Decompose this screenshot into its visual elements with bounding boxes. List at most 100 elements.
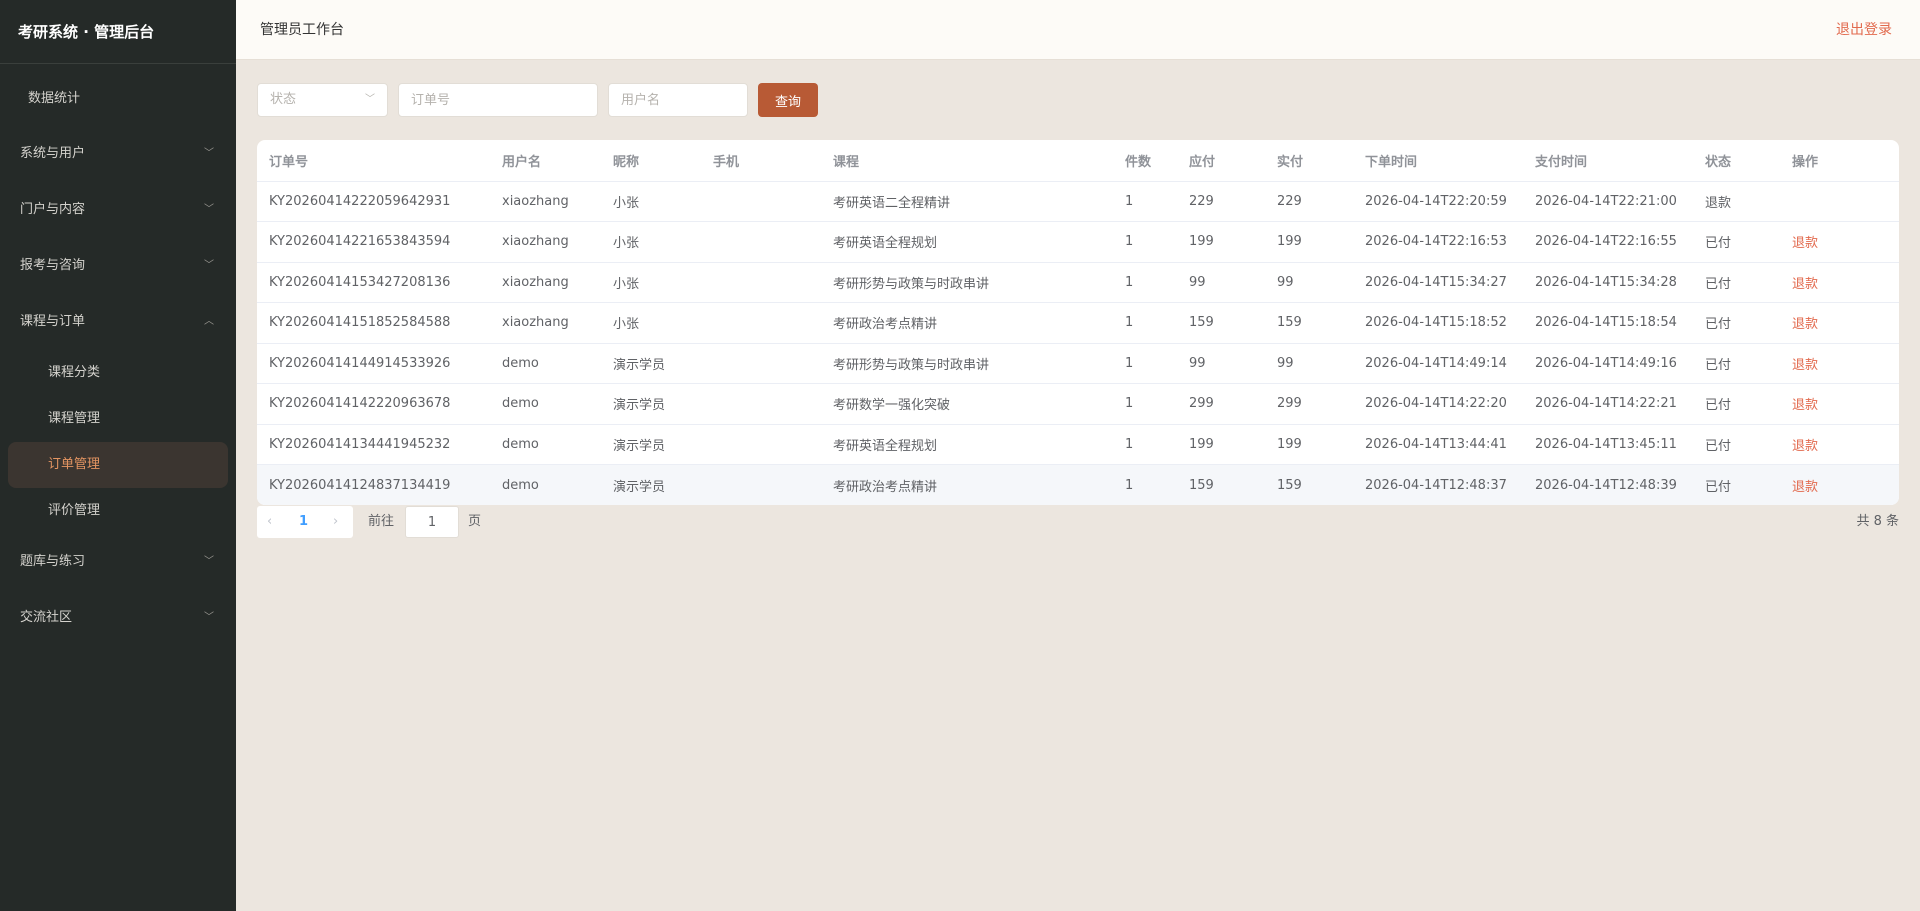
- status-select[interactable]: 状态 ﹀: [257, 83, 388, 117]
- username-input[interactable]: [608, 83, 748, 117]
- cell-created: 2026-04-14T14:49:14: [1353, 343, 1523, 384]
- cell-nickname: 小张: [601, 221, 701, 263]
- table-row: KY20260414221653843594 xiaozhang 小张 考研英语全程规…: [257, 221, 1899, 263]
- sidebar-group-label: 题库与练习: [20, 554, 86, 569]
- col-status: 状态: [1693, 140, 1780, 182]
- cell-nickname: 演示学员: [601, 424, 701, 465]
- cell-qty: 1: [1113, 302, 1177, 344]
- cell-order-no: KY20260414134441945232: [257, 424, 490, 465]
- cell-action: 退款: [1780, 383, 1899, 425]
- sidebar-menu: 数据统计 系统与用户 ﹀ 门户与内容 ﹀ 报考与咨询 ﹀ 课程与订单 ︿ 课程分…: [0, 64, 236, 646]
- cell-qty: 1: [1113, 262, 1177, 303]
- col-payable: 应付: [1177, 140, 1265, 182]
- sidebar-item-course-category[interactable]: 课程分类: [8, 350, 228, 396]
- cell-paid-at: 2026-04-14T15:34:28: [1523, 262, 1693, 303]
- sidebar-group-label: 交流社区: [20, 610, 73, 625]
- col-qty: 件数: [1113, 140, 1177, 182]
- sidebar-item-stats[interactable]: 数据统计: [0, 72, 236, 126]
- cell-paid: 199: [1265, 424, 1353, 465]
- cell-course: 考研英语全程规划: [821, 221, 1113, 263]
- cell-qty: 1: [1113, 343, 1177, 384]
- sidebar-item-label: 课程分类: [48, 365, 101, 380]
- cell-created: 2026-04-14T12:48:37: [1353, 464, 1523, 505]
- cell-action: 退款: [1780, 221, 1899, 263]
- sidebar-group-label: 课程与订单: [20, 314, 86, 329]
- cell-phone: [701, 343, 821, 384]
- chevron-down-icon: ﹀: [365, 94, 375, 105]
- sidebar-item-review-manage[interactable]: 评价管理: [8, 488, 228, 534]
- sidebar-group-label: 门户与内容: [20, 202, 86, 217]
- refund-link[interactable]: 退款: [1792, 317, 1818, 332]
- query-button[interactable]: 查询: [758, 83, 818, 117]
- brand-title: 考研系统 · 管理后台: [0, 0, 236, 64]
- refund-link[interactable]: 退款: [1792, 358, 1818, 373]
- refund-link[interactable]: 退款: [1792, 277, 1818, 292]
- cell-phone: [701, 383, 821, 425]
- order-no-input[interactable]: [398, 83, 598, 117]
- refund-link[interactable]: 退款: [1792, 439, 1818, 454]
- cell-created: 2026-04-14T13:44:41: [1353, 424, 1523, 465]
- cell-nickname: 演示学员: [601, 383, 701, 425]
- cell-payable: 99: [1177, 262, 1265, 303]
- cell-paid: 159: [1265, 302, 1353, 344]
- cell-order-no: KY20260414142220963678: [257, 383, 490, 425]
- cell-action: [1780, 181, 1899, 222]
- cell-username: xiaozhang: [490, 262, 601, 303]
- cell-phone: [701, 262, 821, 303]
- sidebar-group-question-bank[interactable]: 题库与练习 ﹀: [0, 534, 236, 590]
- sidebar-item-label: 评价管理: [48, 503, 101, 518]
- table-row: KY20260414153427208136 xiaozhang 小张 考研形势与政策…: [257, 262, 1899, 303]
- cell-payable: 229: [1177, 181, 1265, 222]
- cell-course: 考研形势与政策与时政串讲: [821, 343, 1113, 384]
- sidebar-item-course-manage[interactable]: 课程管理: [8, 396, 228, 442]
- sidebar-group-system-users[interactable]: 系统与用户 ﹀: [0, 126, 236, 182]
- cell-paid: 199: [1265, 221, 1353, 263]
- cell-created: 2026-04-14T22:20:59: [1353, 181, 1523, 222]
- page-number-current[interactable]: 1: [299, 506, 308, 538]
- table-row: KY20260414124837134419 demo 演示学员 考研政治考点精讲 1 1…: [257, 464, 1899, 505]
- cell-order-no: KY20260414222059642931: [257, 181, 490, 222]
- cell-course: 考研英语全程规划: [821, 424, 1113, 465]
- cell-status: 已付: [1693, 424, 1780, 465]
- cell-phone: [701, 181, 821, 222]
- cell-order-no: KY20260414221653843594: [257, 221, 490, 263]
- orders-table-body: KY20260414222059642931 xiaozhang 小张 考研英语二全程…: [257, 181, 1899, 505]
- logout-link[interactable]: 退出登录: [1836, 0, 1892, 60]
- cell-status: 已付: [1693, 464, 1780, 505]
- cell-username: xiaozhang: [490, 302, 601, 344]
- refund-link[interactable]: 退款: [1792, 236, 1818, 251]
- chevron-down-icon: ﹀: [204, 612, 214, 623]
- col-created: 下单时间: [1353, 140, 1523, 182]
- sidebar-group-community[interactable]: 交流社区 ﹀: [0, 590, 236, 646]
- cell-payable: 159: [1177, 464, 1265, 505]
- cell-nickname: 小张: [601, 302, 701, 344]
- sidebar: 考研系统 · 管理后台 数据统计 系统与用户 ﹀ 门户与内容 ﹀ 报考与咨询 ﹀…: [0, 0, 236, 911]
- cell-paid-at: 2026-04-14T22:16:55: [1523, 221, 1693, 263]
- sidebar-group-exam-consult[interactable]: 报考与咨询 ﹀: [0, 238, 236, 294]
- col-course: 课程: [821, 140, 1113, 182]
- col-phone: 手机: [701, 140, 821, 182]
- cell-payable: 199: [1177, 221, 1265, 263]
- cell-paid-at: 2026-04-14T13:45:11: [1523, 424, 1693, 465]
- cell-course: 考研英语二全程精讲: [821, 181, 1113, 222]
- sidebar-item-label: 数据统计: [28, 91, 81, 106]
- cell-paid: 99: [1265, 343, 1353, 384]
- cell-payable: 199: [1177, 424, 1265, 465]
- cell-payable: 159: [1177, 302, 1265, 344]
- cell-status: 已付: [1693, 383, 1780, 425]
- sidebar-item-order-manage[interactable]: 订单管理: [8, 442, 228, 488]
- sidebar-group-course-order[interactable]: 课程与订单 ︿: [0, 294, 236, 350]
- refund-link[interactable]: 退款: [1792, 398, 1818, 413]
- sidebar-group-portal-content[interactable]: 门户与内容 ﹀: [0, 182, 236, 238]
- cell-paid: 159: [1265, 464, 1353, 505]
- sidebar-group-label: 系统与用户: [20, 146, 86, 161]
- goto-page-input[interactable]: [405, 506, 459, 538]
- refund-link[interactable]: 退款: [1792, 480, 1818, 495]
- cell-created: 2026-04-14T15:18:52: [1353, 302, 1523, 344]
- next-page-icon[interactable]: ›: [333, 506, 338, 538]
- prev-page-icon[interactable]: ‹: [267, 506, 272, 538]
- cell-qty: 1: [1113, 464, 1177, 505]
- sidebar-item-label: 课程管理: [48, 411, 101, 426]
- col-nickname: 昵称: [601, 140, 701, 182]
- chevron-down-icon: ﹀: [204, 556, 214, 567]
